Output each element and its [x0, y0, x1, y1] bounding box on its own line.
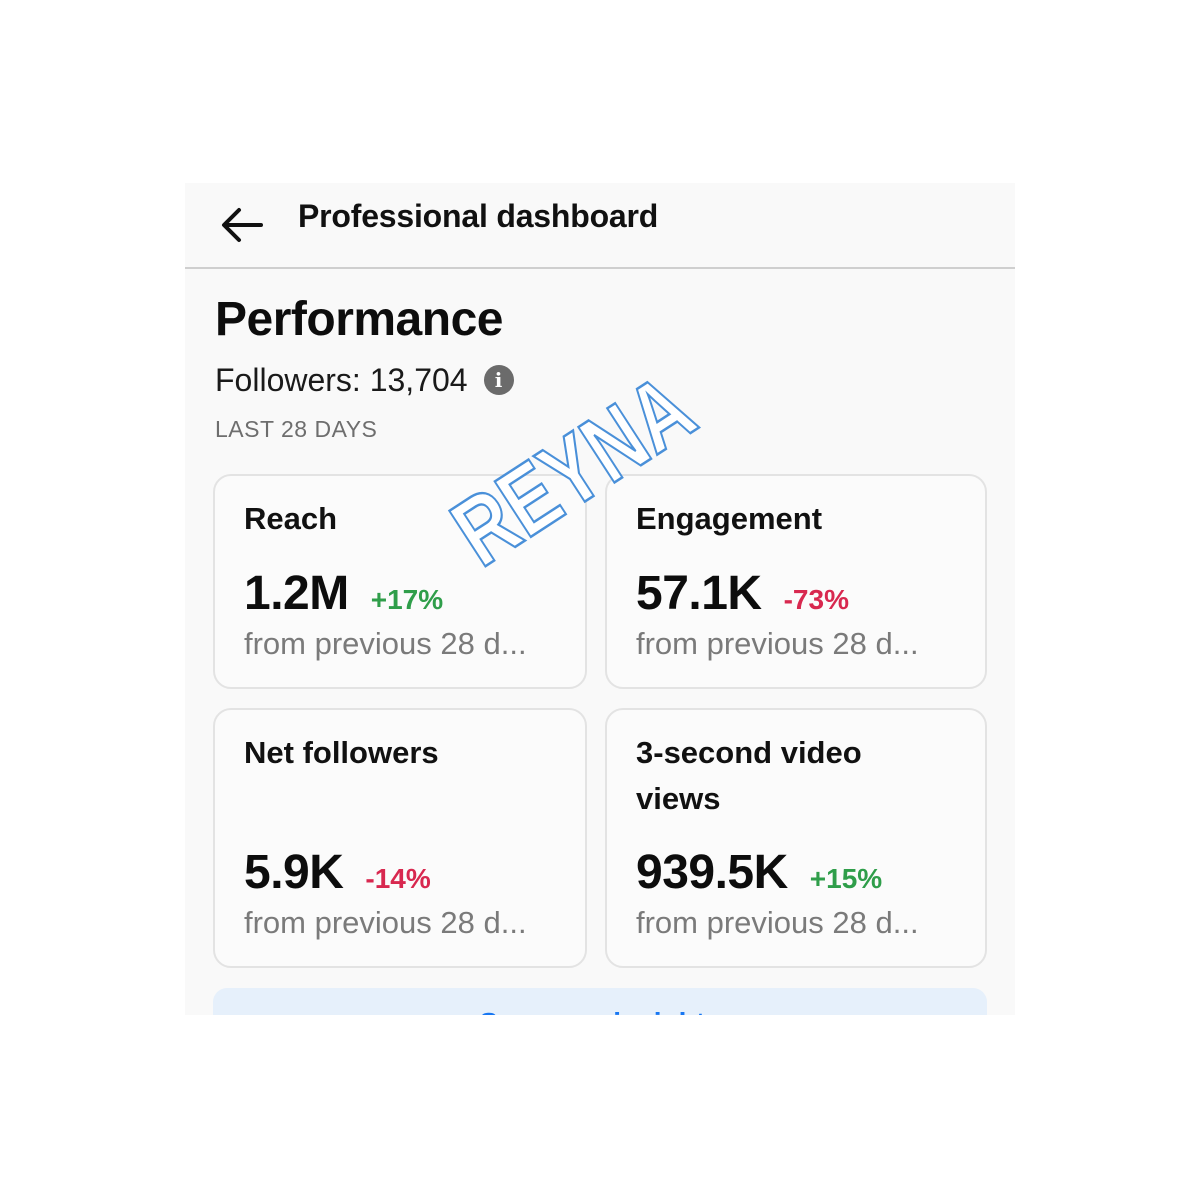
metric-value: 1.2M — [244, 567, 349, 620]
period-label: LAST 28 DAYS — [215, 416, 378, 442]
metric-change-badge: +17% — [370, 584, 444, 615]
banner-label: See more insights — [213, 1006, 987, 1015]
metric-value: 57.1K — [636, 567, 762, 620]
metric-value-row: 1.2M +17% — [244, 566, 443, 622]
see-more-insights-banner[interactable]: See more insights — [213, 988, 987, 1015]
metric-value-row: 939.5K +15% — [636, 845, 882, 901]
followers-row: Followers: 13,704 i — [215, 360, 514, 400]
followers-count: Followers: 13,704 — [215, 362, 468, 398]
metric-card-net-followers[interactable]: Net followers 5.9K -14% from previous 28… — [213, 708, 587, 968]
metric-comparison-text: from previous 28 d... — [244, 905, 527, 940]
dashboard-screen: Professional dashboard Performance Follo… — [185, 183, 1015, 1015]
arrow-left-icon — [213, 193, 273, 253]
page-title: Professional dashboard — [298, 198, 659, 234]
metric-value: 939.5K — [636, 846, 788, 899]
metric-label: Net followers — [244, 735, 439, 770]
metric-label: Engagement — [636, 501, 823, 536]
metric-value: 5.9K — [244, 846, 344, 899]
metric-comparison-text: from previous 28 d... — [244, 626, 527, 661]
metric-change-badge: -14% — [365, 863, 431, 894]
metric-label: 3-second video views — [636, 735, 862, 816]
metric-change-badge: -73% — [783, 584, 849, 615]
top-app-bar: Professional dashboard — [185, 183, 1015, 269]
metric-comparison-text: from previous 28 d... — [636, 905, 919, 940]
info-icon[interactable]: i — [483, 365, 514, 395]
metric-value-row: 57.1K -73% — [636, 566, 849, 622]
performance-heading: Performance — [215, 293, 503, 346]
metric-label: Reach — [244, 501, 338, 536]
back-button[interactable] — [213, 193, 273, 253]
metric-comparison-text: from previous 28 d... — [636, 626, 919, 661]
metric-card-reach[interactable]: Reach 1.2M +17% from previous 28 d... — [213, 474, 587, 689]
metric-card-video-views[interactable]: 3-second video views 939.5K +15% from pr… — [605, 708, 987, 968]
metric-card-engagement[interactable]: Engagement 57.1K -73% from previous 28 d… — [605, 474, 987, 689]
metric-change-badge: +15% — [809, 863, 883, 894]
metric-value-row: 5.9K -14% — [244, 845, 431, 901]
